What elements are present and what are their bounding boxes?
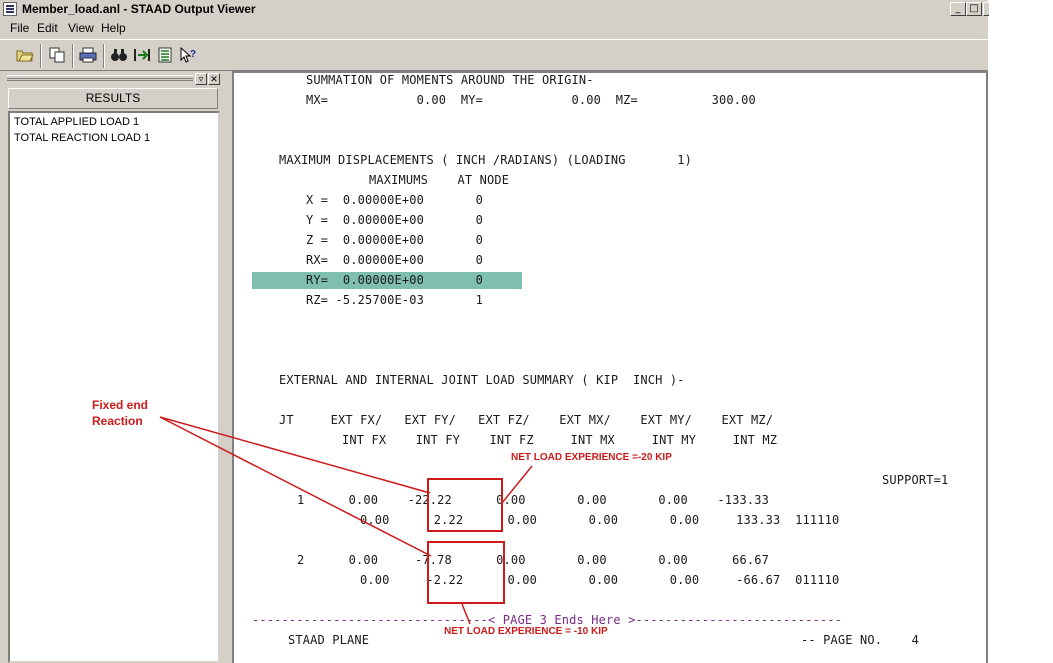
report-line: RZ= -5.25700E-03 1: [306, 293, 483, 307]
menu-bar: File Edit View Help: [0, 19, 988, 37]
toolbar-separator: [72, 44, 74, 68]
results-pane: ▿ ✕ RESULTS TOTAL APPLIED LOAD 1 TOTAL R…: [3, 73, 225, 663]
results-header[interactable]: RESULTS: [8, 88, 218, 109]
report-line: RX= 0.00000E+00 0: [306, 253, 483, 267]
find-icon[interactable]: [108, 44, 130, 66]
menu-view[interactable]: View: [68, 21, 94, 35]
minimize-button[interactable]: _: [950, 2, 966, 16]
pane-close-button[interactable]: ✕: [208, 73, 220, 85]
page-break-line: --------------------------------< PAGE 3…: [252, 613, 842, 627]
report-line: Z = 0.00000E+00 0: [306, 233, 483, 247]
report-line: MAXIMUM DISPLACEMENTS ( INCH /RADIANS) (…: [279, 153, 692, 167]
toolbar: ?: [0, 39, 988, 71]
report-right-border: [986, 70, 988, 663]
report-line: -- PAGE NO. 4: [801, 633, 919, 647]
report-line: 2 0.00 -7.78 0.00 0.00 0.00 66.67: [297, 553, 769, 567]
toolbar-separator: [103, 44, 105, 68]
report-line: INT FX INT FY INT FZ INT MX INT MY INT M…: [342, 433, 778, 447]
report-line: X = 0.00000E+00 0: [306, 193, 483, 207]
menu-file[interactable]: File: [10, 21, 29, 35]
menu-help[interactable]: Help: [101, 21, 126, 35]
report-line: SUMMATION OF MOMENTS AROUND THE ORIGIN-: [306, 73, 594, 87]
close-button[interactable]: [983, 2, 989, 16]
tree-item-total-reaction-load[interactable]: TOTAL REACTION LOAD 1: [14, 132, 150, 144]
report-line: MAXIMUMS AT NODE: [369, 173, 510, 187]
open-folder-icon[interactable]: [14, 44, 36, 66]
maximize-button[interactable]: □: [966, 2, 982, 16]
report-line: Y = 0.00000E+00 0: [306, 213, 483, 227]
pane-grip[interactable]: [7, 75, 193, 81]
report-line-selected: RY= 0.00000E+00 0: [306, 273, 483, 287]
menu-edit[interactable]: Edit: [37, 21, 58, 35]
title-bar: Member_load.anl - STAAD Output Viewer _ …: [0, 0, 989, 18]
report-line: 1 0.00 -22.22 0.00 0.00 0.00 -133.33: [297, 493, 769, 507]
report-line: JT EXT FX/ EXT FY/ EXT FZ/ EXT MX/ EXT M…: [279, 413, 774, 427]
highlight-box-jt2: [427, 541, 505, 604]
toolbar-separator: [40, 44, 42, 68]
report-line: SUPPORT=1: [882, 473, 949, 487]
annotation-net-load-1: NET LOAD EXPERIENCE =-20 KIP: [511, 452, 672, 463]
svg-text:?: ?: [190, 49, 196, 60]
report-line: MX= 0.00 MY= 0.00 MZ= 300.00: [306, 93, 756, 107]
results-tree: TOTAL APPLIED LOAD 1 TOTAL REACTION LOAD…: [8, 111, 220, 663]
help-pointer-icon[interactable]: ?: [177, 44, 199, 66]
goto-icon[interactable]: [131, 44, 153, 66]
report-line: EXTERNAL AND INTERNAL JOINT LOAD SUMMARY…: [279, 373, 685, 387]
window-title: Member_load.anl - STAAD Output Viewer: [22, 2, 256, 16]
copy-icon[interactable]: [46, 44, 68, 66]
report-line: STAAD PLANE: [288, 633, 370, 647]
print-icon[interactable]: [77, 44, 99, 66]
annotation-fixed-end-line2: Reaction: [92, 414, 143, 428]
app-icon[interactable]: [3, 2, 17, 16]
highlight-box-jt1: [427, 478, 503, 532]
pane-splitter[interactable]: [227, 71, 231, 663]
list-icon[interactable]: [154, 44, 176, 66]
annotation-fixed-end: Fixed end Reaction: [92, 397, 148, 429]
annotation-fixed-end-line1: Fixed end: [92, 398, 149, 412]
tree-item-total-applied-load[interactable]: TOTAL APPLIED LOAD 1: [14, 116, 139, 128]
pane-restore-button[interactable]: ▿: [195, 73, 207, 85]
annotation-net-load-2: NET LOAD EXPERIENCE = -10 KIP: [444, 626, 608, 637]
